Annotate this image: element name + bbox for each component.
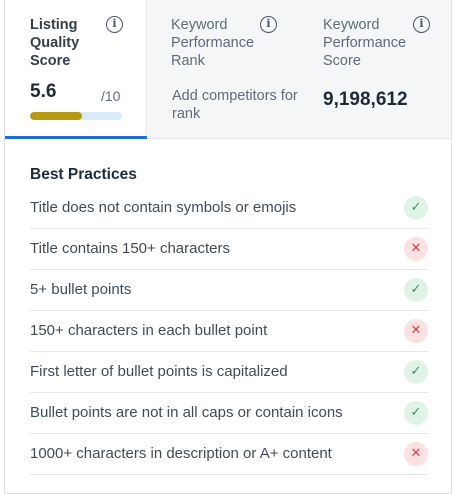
listing-quality-score-denominator: /10 xyxy=(101,88,121,104)
best-practice-label: 150+ characters in each bullet point xyxy=(30,322,268,339)
list-item: Title contains 150+ characters ✕ xyxy=(30,229,428,270)
best-practice-label: 5+ bullet points xyxy=(30,281,132,298)
list-item: 150+ characters in each bullet point ✕ xyxy=(30,311,428,352)
listing-quality-progress-bar xyxy=(30,112,122,120)
list-item: First letter of bullet points is capital… xyxy=(30,352,428,393)
best-practices-title: Best Practices xyxy=(30,166,137,183)
tab-listing-quality-score[interactable]: Listing Quality Score i 5.6 /10 xyxy=(5,0,147,139)
check-icon: ✓ xyxy=(404,278,428,302)
info-icon[interactable]: i xyxy=(413,16,430,33)
check-icon: ✓ xyxy=(404,401,428,425)
list-item: Title does not contain symbols or emojis… xyxy=(30,188,428,229)
cross-icon: ✕ xyxy=(404,319,428,343)
info-icon[interactable]: i xyxy=(260,16,277,33)
best-practices-list: Title does not contain symbols or emojis… xyxy=(30,188,428,475)
list-item: 5+ bullet points ✓ xyxy=(30,270,428,311)
cross-icon: ✕ xyxy=(404,237,428,261)
add-competitors-link[interactable]: Add competitors for rank xyxy=(172,87,302,123)
active-tab-indicator xyxy=(5,136,147,139)
cross-icon: ✕ xyxy=(404,442,428,466)
best-practice-label: 1000+ characters in description or A+ co… xyxy=(30,445,332,462)
listing-quality-progress-fill xyxy=(30,112,82,120)
listing-quality-score-value: 5.6 xyxy=(30,81,57,102)
keyword-performance-score-value: 9,198,612 xyxy=(323,89,408,110)
best-practice-label: Bullet points are not in all caps or con… xyxy=(30,404,343,421)
check-icon: ✓ xyxy=(404,360,428,384)
best-practice-label: Title does not contain symbols or emojis xyxy=(30,199,297,216)
list-item: 1000+ characters in description or A+ co… xyxy=(30,434,428,475)
check-icon: ✓ xyxy=(404,196,428,220)
metric-tabs: Listing Quality Score i 5.6 /10 Keyword … xyxy=(5,0,451,139)
list-item: Bullet points are not in all caps or con… xyxy=(30,393,428,434)
best-practice-label: First letter of bullet points is capital… xyxy=(30,363,288,380)
info-icon[interactable]: i xyxy=(106,16,123,33)
best-practice-label: Title contains 150+ characters xyxy=(30,240,230,257)
listing-score-card: Listing Quality Score i 5.6 /10 Keyword … xyxy=(4,0,452,494)
